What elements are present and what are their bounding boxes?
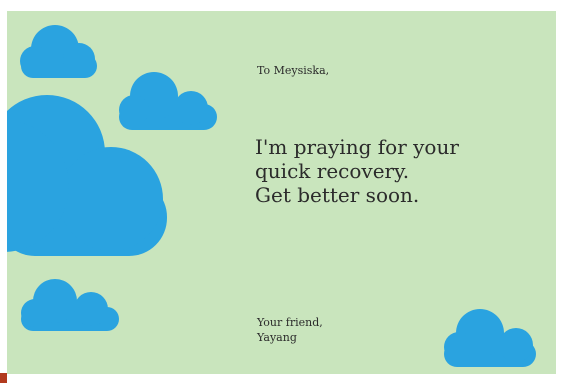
cloud-icon	[21, 279, 119, 331]
signoff-line: Yayang	[257, 331, 297, 344]
greeting-text: To Meysiska,	[257, 64, 330, 77]
get-well-card: To Meysiska, I'm praying for your quick …	[7, 11, 556, 374]
message-line: quick recovery.	[255, 159, 410, 183]
signoff-line: Your friend,	[257, 316, 323, 329]
cloud-icon	[119, 72, 217, 130]
corner-mark	[0, 373, 7, 383]
cloud-icon	[20, 25, 97, 78]
message-line: I'm praying for your	[255, 135, 459, 159]
card-message: I'm praying for your quick recovery. Get…	[255, 135, 459, 207]
cloud-icon	[444, 309, 536, 367]
signoff-text: Your friend, Yayang	[257, 315, 323, 345]
message-line: Get better soon.	[255, 183, 420, 207]
